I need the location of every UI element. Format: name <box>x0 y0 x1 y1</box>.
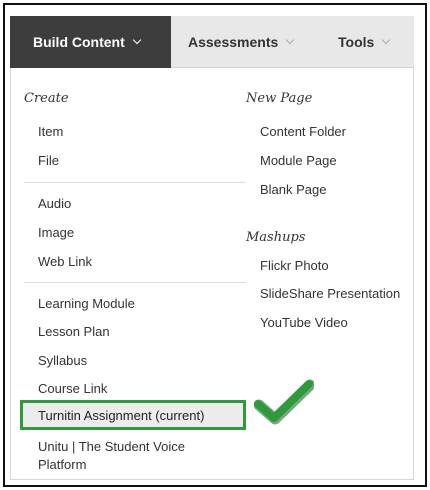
menu-item-content-folder[interactable]: Content Folder <box>260 124 346 139</box>
tab-build-content[interactable]: Build Content <box>10 16 171 68</box>
tab-tools[interactable]: Tools <box>338 16 391 68</box>
menu-item-course-link[interactable]: Course Link <box>38 381 107 396</box>
divider <box>24 282 246 283</box>
menu-item-flickr-photo[interactable]: Flickr Photo <box>260 258 329 273</box>
menu-item-syllabus[interactable]: Syllabus <box>38 353 87 368</box>
menu-item-web-link[interactable]: Web Link <box>38 254 92 269</box>
menu-item-item[interactable]: Item <box>38 124 63 139</box>
divider <box>24 182 246 183</box>
menu-item-module-page[interactable]: Module Page <box>260 153 337 168</box>
menu-item-audio[interactable]: Audio <box>38 196 71 211</box>
menu-item-lesson-plan[interactable]: Lesson Plan <box>38 324 110 339</box>
mashups-heading: Mashups <box>246 230 306 245</box>
checkmark-icon <box>254 379 314 425</box>
menu-item-learning-module[interactable]: Learning Module <box>38 296 135 311</box>
menu-item-unitu[interactable]: Unitu | The Student Voice <box>38 439 185 454</box>
tab-assessments[interactable]: Assessments <box>188 16 295 68</box>
menu-item-slideshare-presentation[interactable]: SlideShare Presentation <box>260 286 400 301</box>
menu-item-file[interactable]: File <box>38 153 59 168</box>
new-page-heading: New Page <box>246 91 313 106</box>
create-heading: Create <box>24 91 69 106</box>
tab-tools-label: Tools <box>338 34 375 50</box>
tab-assessments-label: Assessments <box>188 34 279 50</box>
menu-item-blank-page[interactable]: Blank Page <box>260 182 327 197</box>
chevron-down-icon <box>132 35 142 45</box>
chevron-down-icon <box>382 35 391 45</box>
tab-build-content-label: Build Content <box>33 34 125 50</box>
chevron-down-icon <box>286 35 295 45</box>
content-menubar: Build Content Assessments Tools <box>10 16 414 68</box>
menu-item-youtube-video[interactable]: YouTube Video <box>260 315 348 330</box>
menu-item-image[interactable]: Image <box>38 225 74 240</box>
menu-item-turnitin-assignment[interactable]: Turnitin Assignment (current) <box>38 408 204 423</box>
menu-item-unitu-line2[interactable]: Platform <box>38 457 86 472</box>
